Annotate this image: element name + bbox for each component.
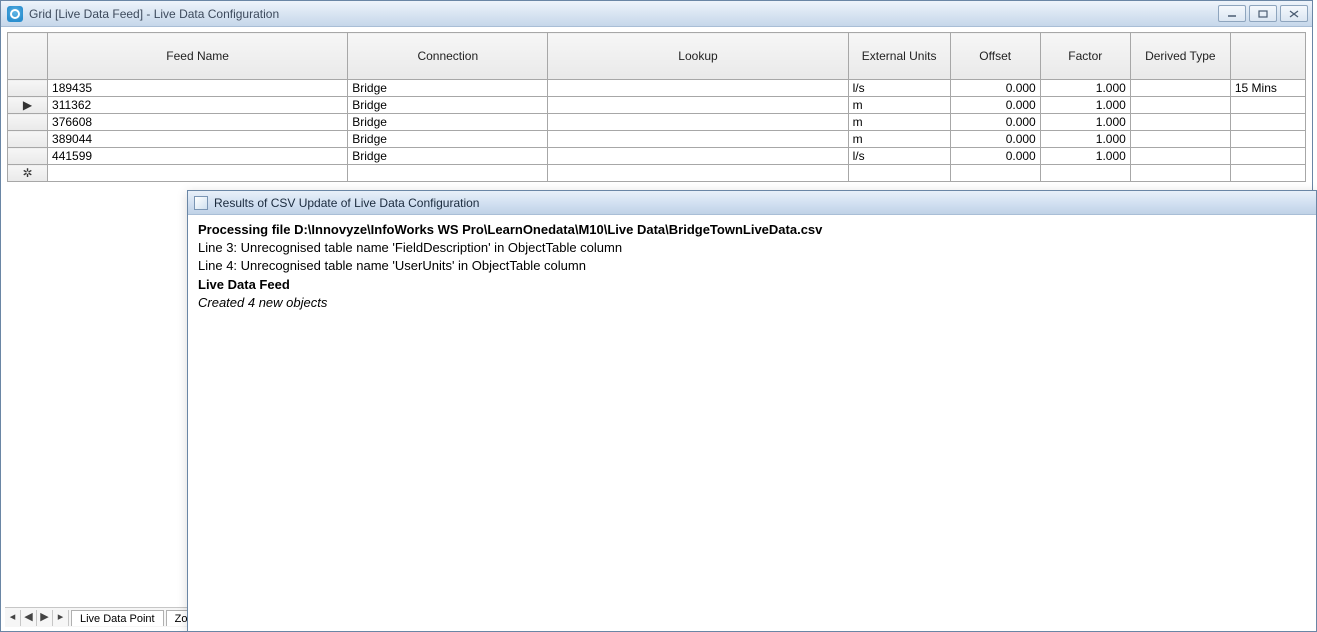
empty-cell[interactable] — [1130, 165, 1230, 182]
cell-extra[interactable] — [1230, 131, 1305, 148]
tab-nav-next[interactable]: ▶ — [37, 610, 53, 626]
dialog-line-processing: Processing file D:\Innovyze\InfoWorks WS… — [198, 221, 1306, 239]
maximize-icon — [1258, 10, 1268, 18]
cell-connection[interactable]: Bridge — [348, 80, 548, 97]
empty-cell[interactable] — [950, 165, 1040, 182]
results-dialog[interactable]: Results of CSV Update of Live Data Confi… — [187, 190, 1317, 632]
col-rowheader[interactable] — [8, 33, 48, 80]
row-cursor[interactable] — [8, 148, 48, 165]
dialog-line-warn2: Line 4: Unrecognised table name 'UserUni… — [198, 257, 1306, 275]
cell-connection[interactable]: Bridge — [348, 131, 548, 148]
col-factor[interactable]: Factor — [1040, 33, 1130, 80]
tab-nav-prev[interactable]: ◀ — [21, 610, 37, 626]
empty-cell[interactable] — [348, 165, 548, 182]
close-button[interactable] — [1280, 5, 1308, 22]
cell-feed-name[interactable]: 441599 — [48, 148, 348, 165]
table-row[interactable]: 389044Bridge m0.0001.000 — [8, 131, 1306, 148]
col-offset[interactable]: Offset — [950, 33, 1040, 80]
maximize-button[interactable] — [1249, 5, 1277, 22]
tab-live-data-point[interactable]: Live Data Point — [71, 610, 164, 626]
table-new-row[interactable]: ✲ — [8, 165, 1306, 182]
minimize-icon — [1227, 10, 1237, 18]
cell-connection[interactable]: Bridge — [348, 114, 548, 131]
dialog-body: Processing file D:\Innovyze\InfoWorks WS… — [188, 215, 1316, 318]
cell-feed-name[interactable]: 311362 — [48, 97, 348, 114]
window-title: Grid [Live Data Feed] - Live Data Config… — [29, 7, 1218, 21]
cell-lookup[interactable] — [548, 97, 848, 114]
row-cursor[interactable] — [8, 114, 48, 131]
cell-external-units[interactable]: l/s — [848, 148, 950, 165]
minimize-button[interactable] — [1218, 5, 1246, 22]
cell-lookup[interactable] — [548, 114, 848, 131]
cell-lookup[interactable] — [548, 131, 848, 148]
cell-derived-type[interactable] — [1130, 131, 1230, 148]
cell-offset[interactable]: 0.000 — [950, 148, 1040, 165]
cell-derived-type[interactable] — [1130, 80, 1230, 97]
col-external-units[interactable]: External Units — [848, 33, 950, 80]
cell-factor[interactable]: 1.000 — [1040, 148, 1130, 165]
dialog-titlebar[interactable]: Results of CSV Update of Live Data Confi… — [188, 191, 1316, 215]
dialog-line-warn1: Line 3: Unrecognised table name 'FieldDe… — [198, 239, 1306, 257]
row-cursor[interactable]: ▶ — [8, 97, 48, 114]
table-row[interactable]: 376608Bridge m0.0001.000 — [8, 114, 1306, 131]
cell-offset[interactable]: 0.000 — [950, 80, 1040, 97]
cell-derived-type[interactable] — [1130, 114, 1230, 131]
new-row-glyph[interactable]: ✲ — [8, 165, 48, 182]
dialog-line-created: Created 4 new objects — [198, 294, 1306, 312]
cell-lookup[interactable] — [548, 80, 848, 97]
cell-external-units[interactable]: m — [848, 97, 950, 114]
cell-factor[interactable]: 1.000 — [1040, 80, 1130, 97]
grid-header-row: Feed Name Connection Lookup External Uni… — [8, 33, 1306, 80]
cell-derived-type[interactable] — [1130, 148, 1230, 165]
col-connection[interactable]: Connection — [348, 33, 548, 80]
table-row[interactable]: 189435Bridge l/s0.0001.000 15 Mins — [8, 80, 1306, 97]
cell-extra[interactable]: 15 Mins — [1230, 80, 1305, 97]
dialog-title: Results of CSV Update of Live Data Confi… — [214, 196, 479, 210]
cell-external-units[interactable]: m — [848, 114, 950, 131]
app-icon — [7, 6, 23, 22]
tab-nav-first[interactable]: ◂ — [5, 610, 21, 626]
dialog-icon — [194, 196, 208, 210]
tab-nav-last[interactable]: ▸ — [53, 610, 69, 626]
cell-feed-name[interactable]: 189435 — [48, 80, 348, 97]
cell-external-units[interactable]: l/s — [848, 80, 950, 97]
empty-cell[interactable] — [548, 165, 848, 182]
empty-cell[interactable] — [1040, 165, 1130, 182]
empty-cell[interactable] — [848, 165, 950, 182]
cell-extra[interactable] — [1230, 97, 1305, 114]
titlebar[interactable]: Grid [Live Data Feed] - Live Data Config… — [1, 1, 1312, 27]
cell-connection[interactable]: Bridge — [348, 148, 548, 165]
col-extra[interactable] — [1230, 33, 1305, 80]
cell-external-units[interactable]: m — [848, 131, 950, 148]
col-lookup[interactable]: Lookup — [548, 33, 848, 80]
cell-derived-type[interactable] — [1130, 97, 1230, 114]
table-row[interactable]: 441599Bridge l/s0.0001.000 — [8, 148, 1306, 165]
table-row[interactable]: ▶311362Bridge m0.0001.000 — [8, 97, 1306, 114]
row-cursor[interactable] — [8, 131, 48, 148]
cell-offset[interactable]: 0.000 — [950, 131, 1040, 148]
row-cursor[interactable] — [8, 80, 48, 97]
close-icon — [1289, 10, 1299, 18]
empty-cell[interactable] — [1230, 165, 1305, 182]
cell-offset[interactable]: 0.000 — [950, 114, 1040, 131]
col-derived-type[interactable]: Derived Type — [1130, 33, 1230, 80]
cell-feed-name[interactable]: 376608 — [48, 114, 348, 131]
cell-offset[interactable]: 0.000 — [950, 97, 1040, 114]
cell-factor[interactable]: 1.000 — [1040, 114, 1130, 131]
data-grid[interactable]: Feed Name Connection Lookup External Uni… — [7, 32, 1306, 187]
cell-factor[interactable]: 1.000 — [1040, 97, 1130, 114]
cell-feed-name[interactable]: 389044 — [48, 131, 348, 148]
cell-factor[interactable]: 1.000 — [1040, 131, 1130, 148]
cell-extra[interactable] — [1230, 114, 1305, 131]
col-feed-name[interactable]: Feed Name — [48, 33, 348, 80]
cell-extra[interactable] — [1230, 148, 1305, 165]
cell-lookup[interactable] — [548, 148, 848, 165]
empty-cell[interactable] — [48, 165, 348, 182]
cell-connection[interactable]: Bridge — [348, 97, 548, 114]
dialog-line-section: Live Data Feed — [198, 276, 1306, 294]
